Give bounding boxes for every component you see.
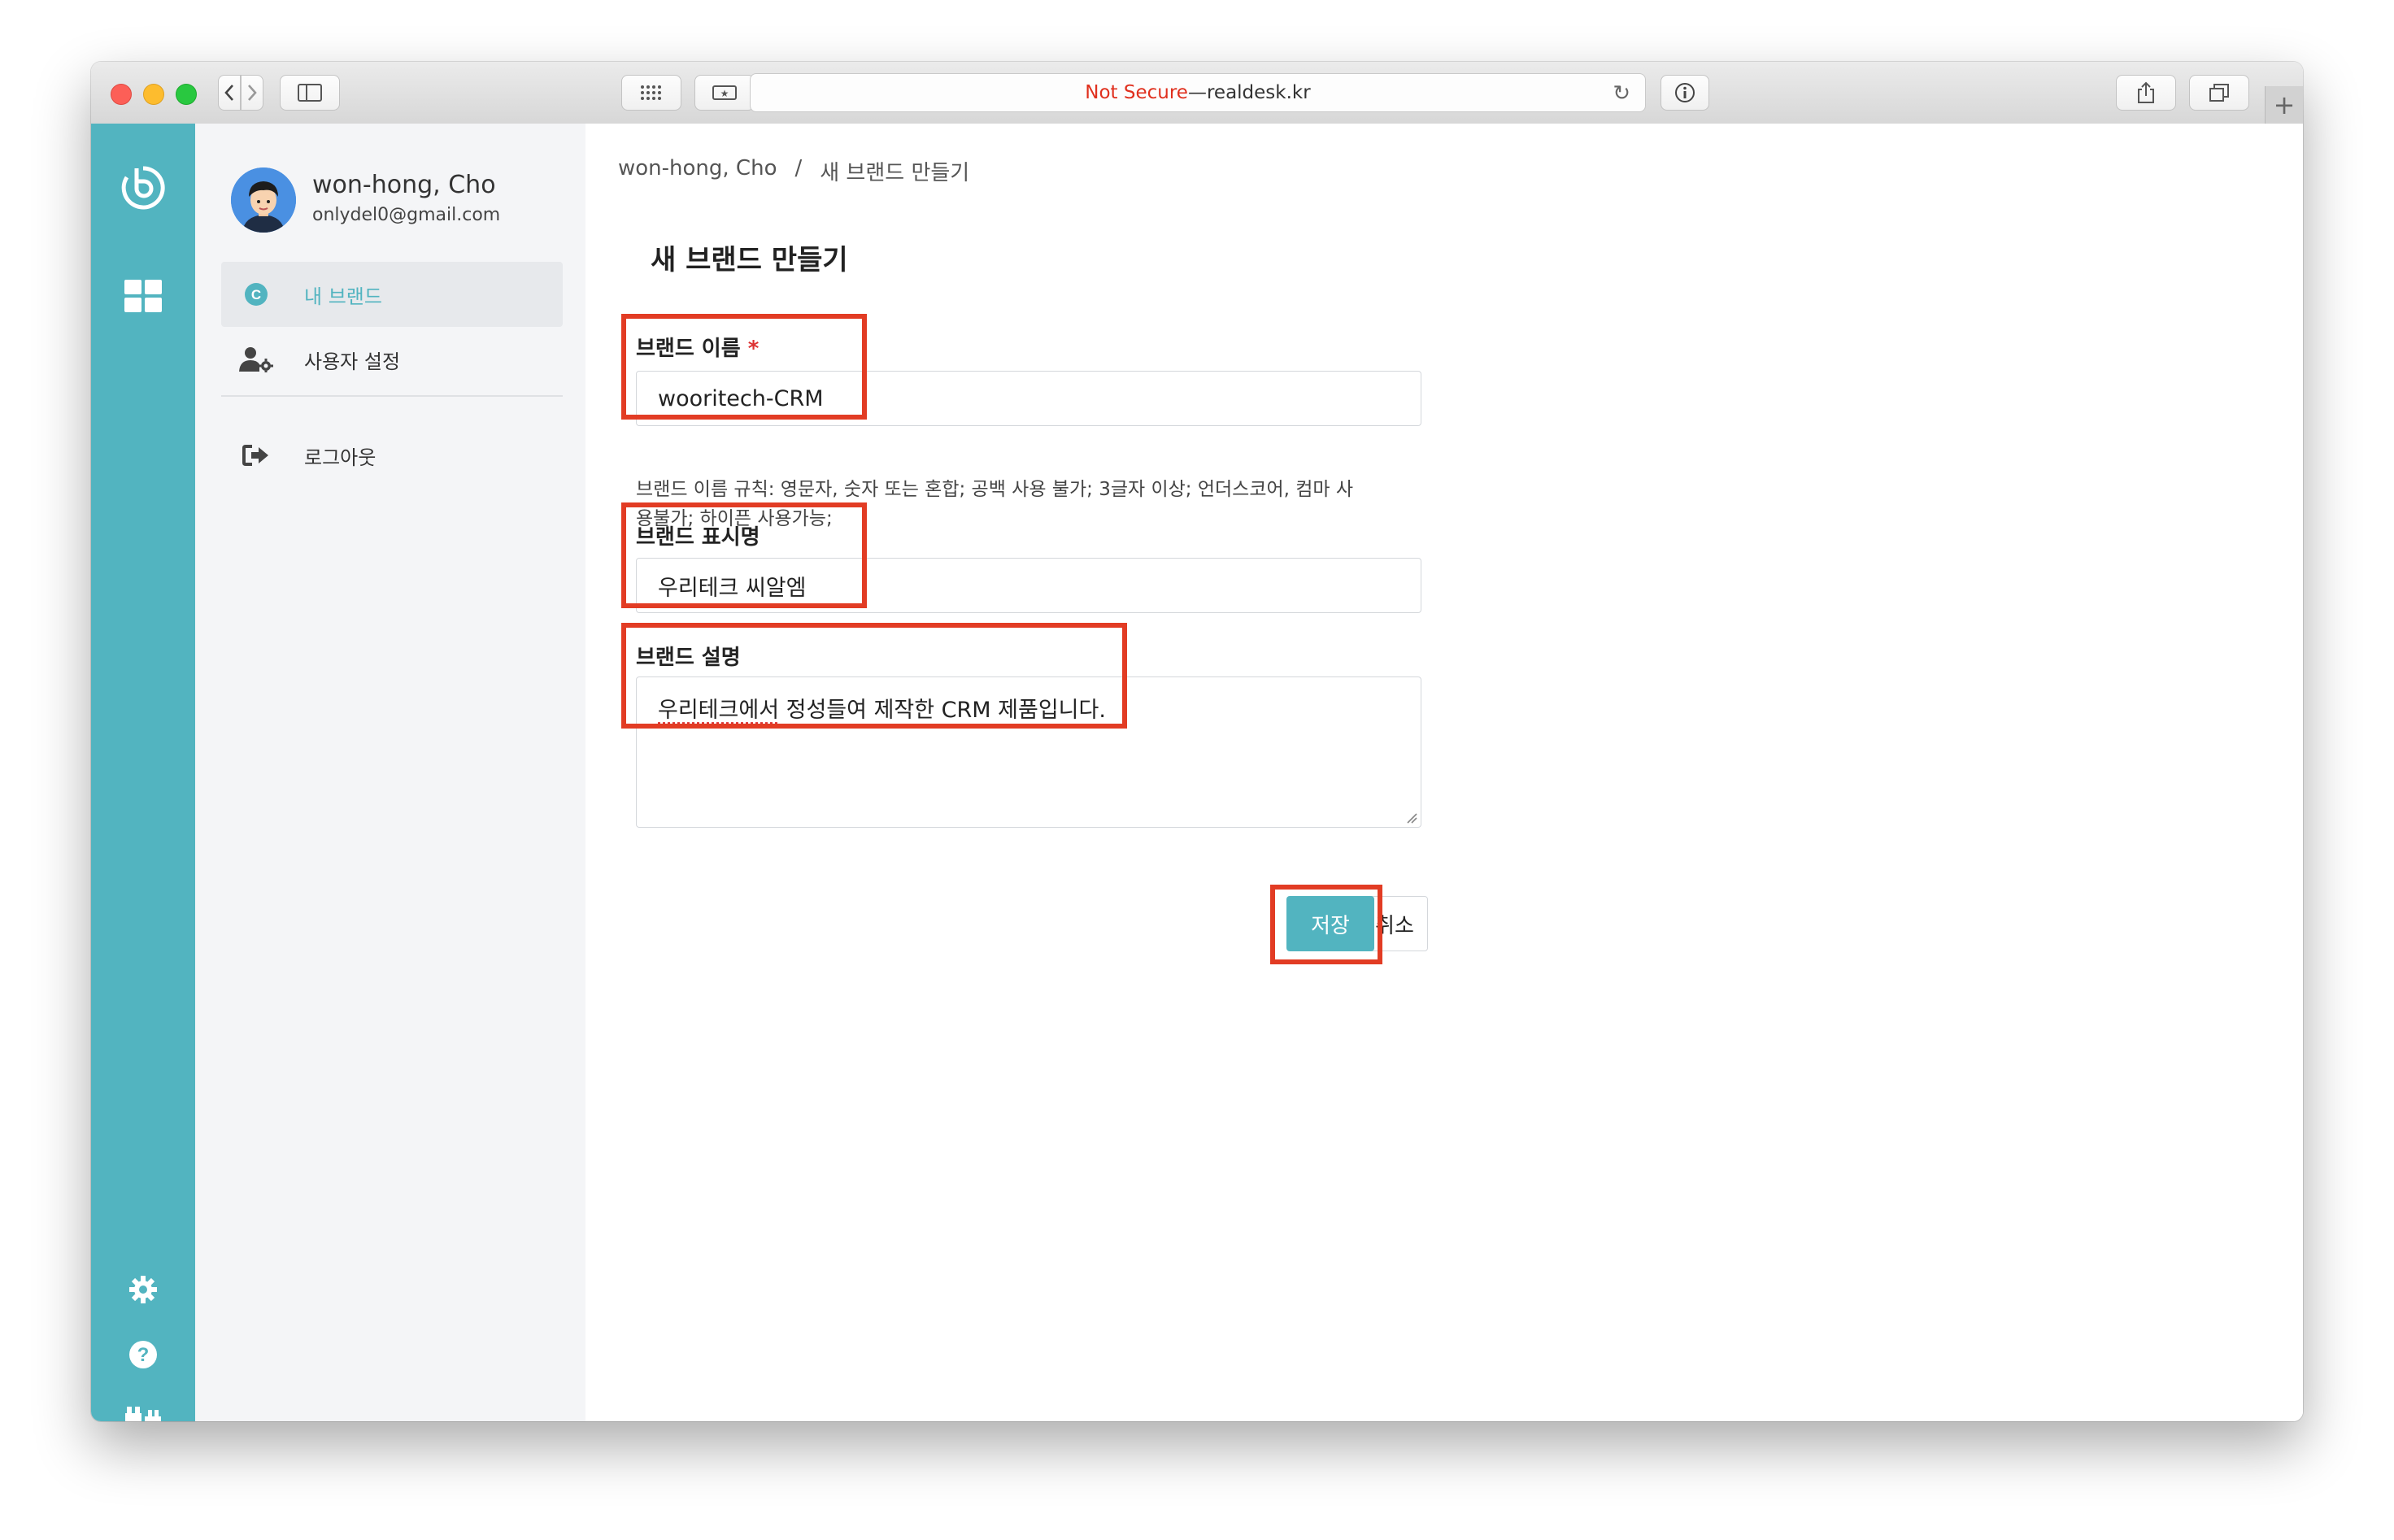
brand-c-icon: C [239, 282, 273, 307]
breadcrumb-current: 새 브랜드 만들기 [820, 161, 970, 185]
brand-name-highlight [621, 314, 867, 420]
breadcrumb-user-link[interactable]: won-hong, Cho [618, 156, 777, 186]
resize-handle-icon[interactable] [1406, 812, 1417, 824]
grid-dots-icon [641, 85, 661, 100]
display-name-highlight [621, 502, 867, 608]
app-rail: ? [91, 124, 195, 1421]
browser-window: ★ Not Secure — realdesk.kr ↻ + ? won-hon… [91, 62, 2303, 1421]
sidebar: won-hong, Cho onlydel0@gmail.com C 내 브랜드… [195, 124, 585, 1421]
sidebar-divider [221, 395, 563, 397]
sidebar-item-label: 내 브랜드 [304, 285, 382, 308]
address-separator: — [1187, 82, 1207, 103]
sidebar-item-label: 사용자 설정 [304, 350, 401, 373]
logout-icon [239, 444, 273, 467]
sidebar-icon [298, 84, 322, 102]
dashboard-grid-icon[interactable] [91, 280, 195, 312]
browser-toolbar: ★ Not Secure — realdesk.kr ↻ + [91, 62, 2303, 124]
back-button[interactable] [218, 75, 241, 111]
sidebar-item-logout[interactable]: 로그아웃 [221, 423, 563, 488]
star-tab-icon: ★ [712, 85, 737, 100]
breadcrumb-separator: / [794, 156, 803, 181]
sidebar-item-user-settings[interactable]: 사용자 설정 [221, 327, 563, 392]
user-name: won-hong, Cho [312, 171, 496, 199]
save-button-highlight [1270, 885, 1382, 964]
address-domain: realdesk.kr [1206, 82, 1311, 103]
share-icon [2138, 81, 2154, 103]
app-logo-icon[interactable] [91, 164, 195, 211]
bookmark-button[interactable]: ★ [694, 75, 755, 111]
new-tab-button[interactable]: + [2265, 86, 2303, 124]
user-settings-icon [239, 346, 273, 372]
address-bar[interactable]: Not Secure — realdesk.kr ↻ [750, 73, 1646, 112]
sidebar-item-my-brands[interactable]: C 내 브랜드 [221, 262, 563, 327]
avatar[interactable] [231, 167, 296, 233]
brand-name-help-line1: 브랜드 이름 규칙: 영문자, 숫자 또는 혼합; 공백 사용 불가; 3글자 … [636, 479, 1354, 500]
forward-button[interactable] [241, 75, 263, 111]
info-icon [1675, 83, 1695, 102]
chevron-left-icon [224, 85, 233, 101]
minimize-window-button[interactable] [143, 84, 164, 105]
svg-text:?: ? [137, 1344, 150, 1366]
settings-gear-icon[interactable] [91, 1275, 195, 1304]
close-window-button[interactable] [111, 84, 132, 105]
sidebar-toggle-button[interactable] [280, 75, 340, 111]
breadcrumb: won-hong, Cho / 새 브랜드 만들기 [618, 156, 969, 186]
svg-text:★: ★ [720, 88, 729, 99]
user-email: onlydel0@gmail.com [312, 205, 501, 225]
tabs-icon [2209, 84, 2229, 102]
description-highlight [621, 623, 1127, 729]
share-button[interactable] [2116, 75, 2176, 111]
not-secure-label: Not Secure [1085, 82, 1188, 103]
tabs-overview-button[interactable] [2189, 75, 2249, 111]
page-title: 새 브랜드 만들기 [651, 244, 848, 276]
chevron-right-icon [248, 85, 257, 101]
zoom-window-button[interactable] [176, 84, 197, 105]
top-sites-button[interactable] [621, 75, 681, 111]
help-question-icon[interactable]: ? [91, 1340, 195, 1369]
reload-icon[interactable]: ↻ [1613, 81, 1630, 106]
gift-icon[interactable] [91, 1405, 195, 1421]
sidebar-item-label: 로그아웃 [304, 446, 377, 469]
main-content: won-hong, Cho / 새 브랜드 만들기 새 브랜드 만들기 브랜드 … [585, 124, 2303, 1421]
page-info-button[interactable] [1661, 75, 1709, 111]
svg-text:C: C [251, 287, 261, 302]
